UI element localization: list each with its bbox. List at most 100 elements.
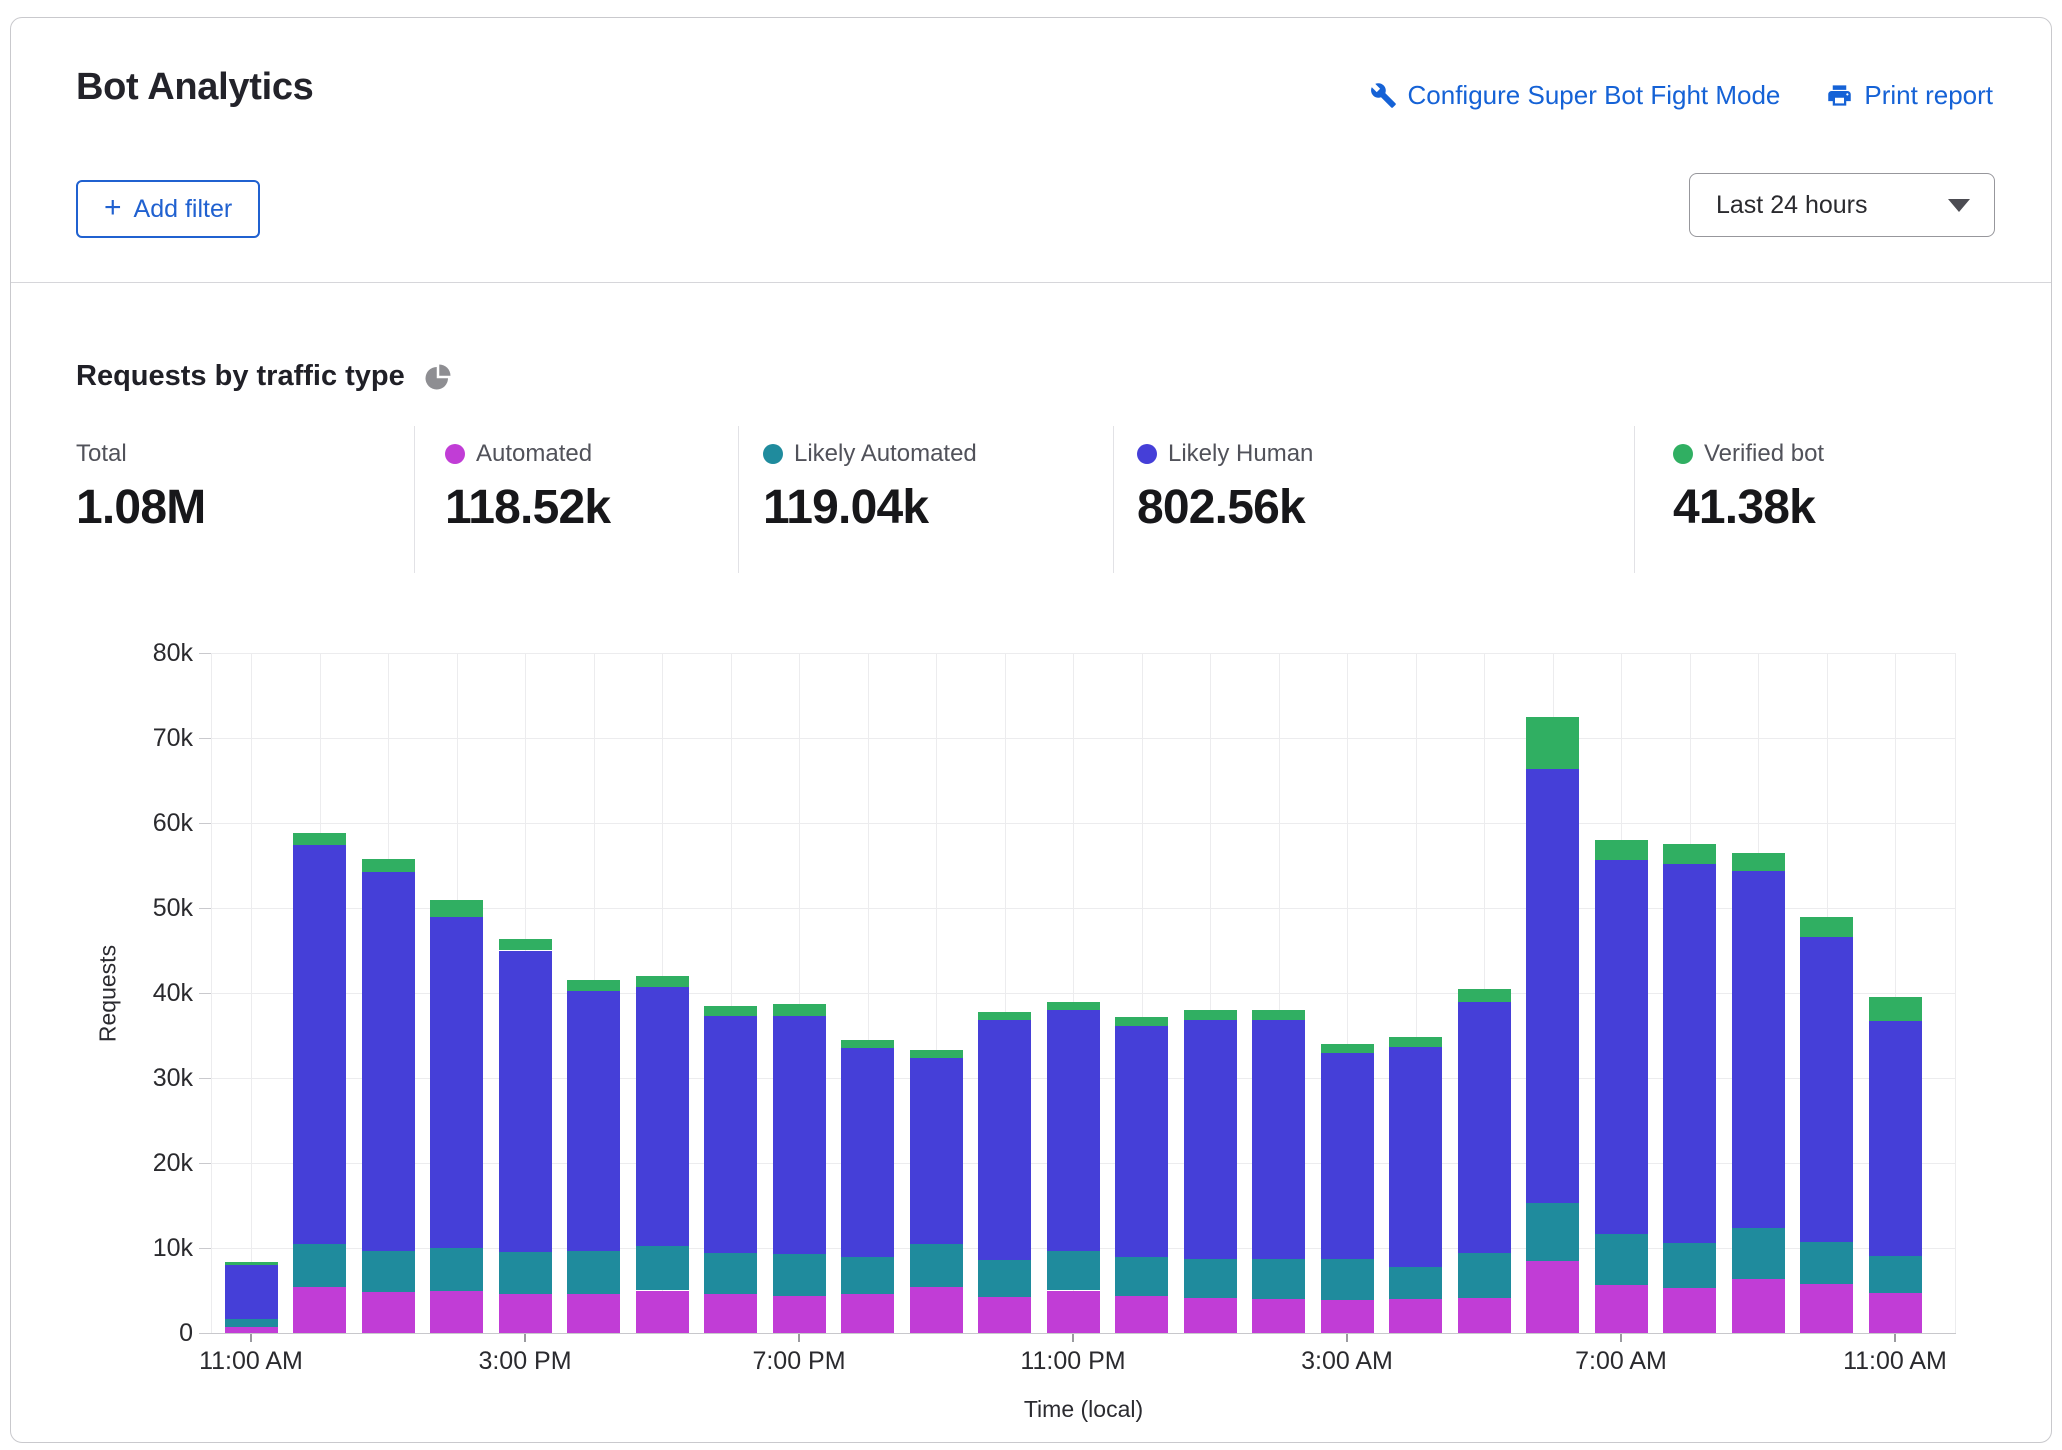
add-filter-button[interactable]: + Add filter xyxy=(76,180,260,238)
stat-automated: Automated 118.52k xyxy=(445,426,610,535)
section-title-row: Requests by traffic type xyxy=(76,360,453,393)
bar-segment-verified-bot xyxy=(704,1006,757,1016)
y-tick xyxy=(199,993,211,994)
stat-label: Verified bot xyxy=(1704,440,1824,468)
bar-segment-likely-human xyxy=(293,845,346,1244)
bar-segment-likely-human xyxy=(1389,1047,1442,1266)
bar-segment-likely-automated xyxy=(910,1244,963,1287)
automated-legend-dot xyxy=(445,444,465,464)
y-tick-label: 70k xyxy=(11,724,193,752)
bar-segment-verified-bot xyxy=(1389,1037,1442,1047)
bar-segment-automated xyxy=(1732,1279,1785,1333)
bar-segment-likely-automated xyxy=(1321,1259,1374,1300)
bar-segment-verified-bot xyxy=(841,1040,894,1049)
time-range-dropdown[interactable]: Last 24 hours xyxy=(1689,173,1995,237)
bar-segment-verified-bot xyxy=(225,1262,278,1265)
bar-segment-likely-automated xyxy=(1526,1203,1579,1261)
bar-segment-likely-automated xyxy=(293,1244,346,1287)
bar-segment-automated xyxy=(1115,1296,1168,1333)
y-tick-label: 60k xyxy=(11,809,193,837)
stat-total: Total 1.08M xyxy=(76,426,205,535)
bar-segment-likely-automated xyxy=(499,1252,552,1294)
print-report-link[interactable]: Print report xyxy=(1826,80,1993,111)
gridline-horizontal xyxy=(211,1333,1956,1334)
bar-segment-automated xyxy=(1321,1300,1374,1333)
y-tick xyxy=(199,653,211,654)
bar-segment-likely-human xyxy=(1047,1010,1100,1251)
bar-segment-likely-human xyxy=(773,1016,826,1254)
bar-segment-verified-bot xyxy=(636,976,689,987)
stats-separator xyxy=(1113,426,1114,573)
y-tick-label: 10k xyxy=(11,1234,193,1262)
y-tick-label: 30k xyxy=(11,1064,193,1092)
bar-segment-automated xyxy=(1663,1288,1716,1333)
stats-separator xyxy=(738,426,739,573)
configure-super-bot-fight-mode-link[interactable]: Configure Super Bot Fight Mode xyxy=(1370,80,1781,111)
x-tick-label: 11:00 AM xyxy=(199,1347,303,1376)
bar-segment-verified-bot xyxy=(1047,1002,1100,1011)
y-tick xyxy=(199,1163,211,1164)
bar-segment-likely-automated xyxy=(430,1248,483,1291)
header-divider xyxy=(11,282,2051,283)
bar-segment-likely-automated xyxy=(841,1257,894,1294)
bar-segment-likely-human xyxy=(1458,1002,1511,1254)
header-links: Configure Super Bot Fight Mode Print rep… xyxy=(1370,80,1993,111)
bar-segment-automated xyxy=(1047,1291,1100,1334)
printer-icon xyxy=(1826,82,1853,109)
bar-segment-verified-bot xyxy=(910,1050,963,1059)
bar-segment-verified-bot xyxy=(1732,853,1785,871)
bar-segment-verified-bot xyxy=(773,1004,826,1016)
bar-segment-likely-automated xyxy=(567,1251,620,1294)
add-filter-label: Add filter xyxy=(134,195,233,224)
bar-segment-verified-bot xyxy=(1595,840,1648,860)
stat-value: 119.04k xyxy=(763,480,977,535)
stat-verified-bot: Verified bot 41.38k xyxy=(1673,426,1824,535)
pie-chart-icon xyxy=(423,362,453,392)
requests-by-traffic-type-chart xyxy=(211,653,1956,1333)
x-tick xyxy=(1072,1333,1074,1342)
bar-segment-verified-bot xyxy=(293,833,346,845)
bar-segment-likely-human xyxy=(978,1020,1031,1260)
y-tick xyxy=(199,1248,211,1249)
bar-segment-verified-bot xyxy=(362,859,415,873)
bar-segment-likely-human xyxy=(1115,1026,1168,1257)
plus-icon: + xyxy=(104,193,122,223)
stat-value: 41.38k xyxy=(1673,480,1824,535)
bar-segment-likely-automated xyxy=(1252,1259,1305,1299)
bar-segment-verified-bot xyxy=(1115,1017,1168,1026)
bar-segment-likely-human xyxy=(430,917,483,1249)
bar-segment-verified-bot xyxy=(1869,997,1922,1021)
likely-automated-legend-dot xyxy=(763,444,783,464)
bar-segment-automated xyxy=(910,1287,963,1333)
stats-separator xyxy=(1634,426,1635,573)
stat-value: 802.56k xyxy=(1137,480,1313,535)
bar-segment-likely-automated xyxy=(1115,1257,1168,1295)
stats-separator xyxy=(414,426,415,573)
bar-segment-verified-bot xyxy=(1663,844,1716,864)
page-title: Bot Analytics xyxy=(76,66,314,109)
bar-segment-likely-human xyxy=(1800,937,1853,1242)
chevron-down-icon xyxy=(1948,199,1970,212)
bar-segment-likely-automated xyxy=(1389,1267,1442,1299)
y-tick-label: 50k xyxy=(11,894,193,922)
bar-segment-likely-automated xyxy=(1732,1228,1785,1278)
x-tick-label: 3:00 AM xyxy=(1301,1347,1393,1376)
y-tick xyxy=(199,908,211,909)
bar-segment-likely-human xyxy=(1321,1053,1374,1259)
bar-segment-likely-automated xyxy=(704,1253,757,1294)
bar-segment-likely-automated xyxy=(1663,1243,1716,1288)
bar-segment-likely-automated xyxy=(225,1319,278,1326)
configure-link-label: Configure Super Bot Fight Mode xyxy=(1408,80,1781,111)
stat-label: Likely Human xyxy=(1168,440,1313,468)
bar-segment-likely-human xyxy=(1252,1020,1305,1259)
x-tick-label: 7:00 PM xyxy=(752,1347,845,1376)
bar-segment-likely-automated xyxy=(1458,1253,1511,1298)
bar-segment-likely-human xyxy=(499,951,552,1253)
bar-segment-verified-bot xyxy=(1526,717,1579,770)
print-link-label: Print report xyxy=(1864,80,1993,111)
stat-label: Likely Automated xyxy=(794,440,977,468)
bot-analytics-card: Bot Analytics Configure Super Bot Fight … xyxy=(10,17,2052,1443)
bar-segment-likely-automated xyxy=(1184,1259,1237,1298)
bar-segment-likely-automated xyxy=(1800,1242,1853,1284)
wrench-icon xyxy=(1370,82,1397,109)
